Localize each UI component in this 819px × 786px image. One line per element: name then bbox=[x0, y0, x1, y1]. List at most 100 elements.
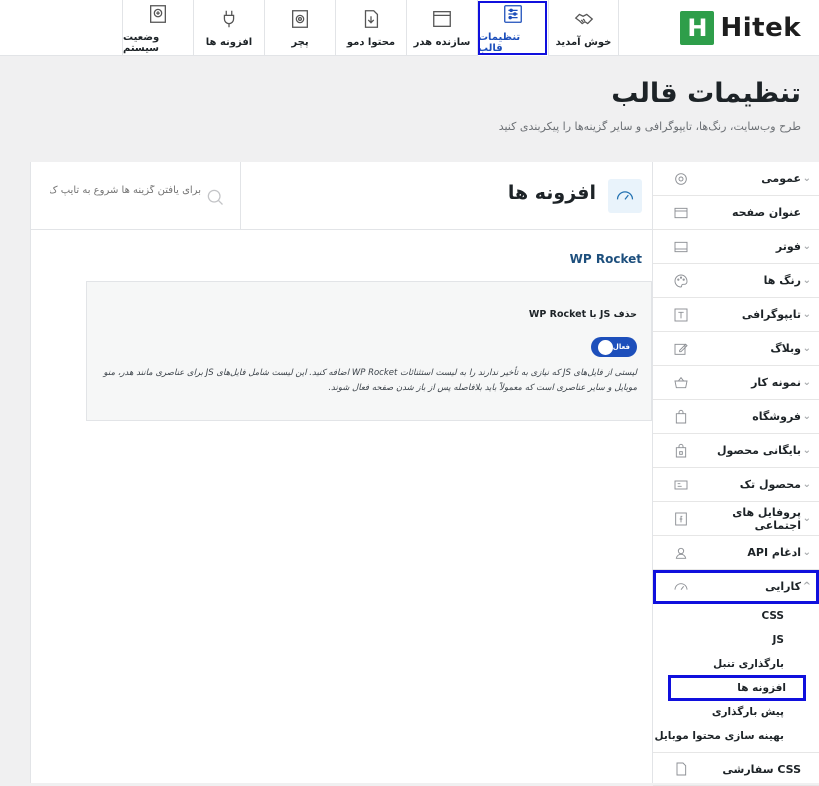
sidebar-item-label: بایگانی محصول bbox=[716, 444, 801, 457]
tab-welcome[interactable]: خوش آمدید bbox=[548, 0, 619, 56]
panel-header: افزونه ها bbox=[30, 162, 652, 230]
page-title: تنظیمات قالب bbox=[611, 78, 801, 109]
sidebar-item-page-title[interactable]: عنوان صفحه bbox=[653, 196, 819, 230]
typography-icon bbox=[673, 307, 689, 323]
chevron-up-icon: ^ bbox=[802, 581, 811, 592]
sidebar-item-label: CSS سفارشی bbox=[722, 762, 801, 776]
chevron-down-icon: ⌄ bbox=[802, 411, 811, 422]
tab-label: تنظیمات قالب bbox=[478, 31, 521, 54]
tab-label: افزونه ها bbox=[205, 37, 253, 48]
logo-text: Hitek bbox=[720, 13, 801, 43]
search-input[interactable] bbox=[48, 184, 203, 197]
title-bar-icon bbox=[673, 205, 689, 221]
option-description: لیستی از فایل‌های JS که نیازی به تأخیر ن… bbox=[103, 368, 638, 393]
submenu-item-css[interactable]: CSS bbox=[653, 604, 819, 628]
settings-sidebar: عمومی ⌄ عنوان صفحه فوتر ⌄ رنگ ها ⌄ تایپو… bbox=[652, 162, 819, 786]
api-icon bbox=[673, 545, 689, 561]
submenu-item-lazy-load[interactable]: بارگذاری تنبل bbox=[653, 652, 819, 676]
handshake-icon bbox=[573, 8, 595, 33]
chevron-down-icon: ⌄ bbox=[802, 547, 811, 558]
chevron-down-icon: ⌄ bbox=[802, 513, 811, 524]
top-tabs: خوش آمدید تنظیمات قالب سازنده هدر محتوا … bbox=[122, 0, 619, 56]
sidebar-item-typography[interactable]: تایپوگرافی ⌄ bbox=[653, 298, 819, 332]
tab-label: وضعیت سیستم bbox=[123, 31, 160, 54]
sidebar-item-blog[interactable]: وبلاگ ⌄ bbox=[653, 332, 819, 366]
sidebar-item-label: رنگ ها bbox=[763, 274, 801, 287]
sidebar-item-colors[interactable]: رنگ ها ⌄ bbox=[653, 264, 819, 298]
edit-icon bbox=[673, 341, 689, 357]
sidebar-item-label: تایپوگرافی bbox=[741, 308, 801, 321]
gear-search-icon bbox=[147, 3, 169, 28]
sidebar-item-custom-css[interactable]: CSS سفارشی bbox=[653, 752, 819, 786]
sidebar-item-shop[interactable]: فروشگاه ⌄ bbox=[653, 400, 819, 434]
bag-icon bbox=[673, 409, 689, 425]
toggle-knob bbox=[598, 339, 613, 355]
gear-doc-icon bbox=[289, 8, 311, 33]
palette-icon bbox=[673, 273, 689, 289]
chevron-down-icon: ⌄ bbox=[802, 173, 811, 184]
tab-label: محتوا دمو bbox=[346, 37, 396, 48]
search-box bbox=[30, 162, 241, 230]
chevron-down-icon: ⌄ bbox=[802, 275, 811, 286]
social-icon bbox=[673, 511, 689, 527]
sidebar-item-portfolio[interactable]: نمونه کار ⌄ bbox=[653, 366, 819, 400]
chevron-down-icon: ⌄ bbox=[802, 377, 811, 388]
chevron-down-icon: ⌄ bbox=[802, 241, 811, 252]
main-panel: افزونه ها WP Rocket حذف JS با WP Rocket … bbox=[30, 162, 652, 783]
tab-system-status[interactable]: وضعیت سیستم bbox=[122, 0, 193, 56]
sidebar-item-label: عمومی bbox=[761, 172, 801, 185]
tab-patcher[interactable]: پچر bbox=[264, 0, 335, 56]
sidebar-item-api[interactable]: ادغام API ⌄ bbox=[653, 536, 819, 570]
tab-label: سازنده هدر bbox=[413, 37, 471, 48]
sidebar-item-label: وبلاگ bbox=[770, 342, 801, 355]
basket-icon bbox=[673, 375, 689, 391]
submenu-item-js[interactable]: JS bbox=[653, 628, 819, 652]
sidebar-item-product-archive[interactable]: بایگانی محصول ⌄ bbox=[653, 434, 819, 468]
sidebar-item-general[interactable]: عمومی ⌄ bbox=[653, 162, 819, 196]
submenu-item-plugins[interactable]: افزونه ها bbox=[668, 675, 806, 701]
tab-demo-content[interactable]: محتوا دمو bbox=[335, 0, 406, 56]
sidebar-item-label: پروفایل های اجتماعی bbox=[732, 505, 801, 532]
brand-logo[interactable]: H Hitek bbox=[680, 11, 801, 45]
sidebar-item-single-product[interactable]: محصول تک ⌄ bbox=[653, 468, 819, 502]
tab-theme-settings[interactable]: تنظیمات قالب bbox=[477, 0, 548, 56]
tab-header-builder[interactable]: سازنده هدر bbox=[406, 0, 477, 56]
tab-label: پچر bbox=[291, 37, 309, 48]
performance-submenu: CSS JS بارگذاری تنبل افزونه ها پیش بارگذ… bbox=[653, 604, 819, 752]
tab-plugins[interactable]: افزونه ها bbox=[193, 0, 264, 56]
sidebar-item-label: کارایی bbox=[765, 580, 801, 593]
sidebar-item-label: نمونه کار bbox=[751, 376, 801, 389]
gauge-icon bbox=[673, 579, 689, 595]
sidebar-item-social-profiles[interactable]: پروفایل های اجتماعی ⌄ bbox=[653, 502, 819, 536]
section-title: WP Rocket bbox=[569, 252, 642, 266]
chevron-down-icon: ⌄ bbox=[802, 479, 811, 490]
chevron-down-icon: ⌄ bbox=[802, 343, 811, 354]
enable-toggle[interactable]: فعال bbox=[591, 337, 637, 357]
sidebar-item-label: فروشگاه bbox=[752, 410, 801, 423]
window-icon bbox=[431, 8, 453, 33]
chevron-down-icon: ⌄ bbox=[802, 309, 811, 320]
option-label: حذف JS با WP Rocket bbox=[528, 309, 637, 320]
download-doc-icon bbox=[360, 8, 382, 33]
option-card: حذف JS با WP Rocket فعال لیستی از فایل‌ه… bbox=[86, 281, 652, 421]
css-file-icon bbox=[673, 761, 689, 777]
tab-label: خوش آمدید bbox=[555, 37, 612, 48]
panel-title: افزونه ها bbox=[507, 182, 596, 204]
gear-icon bbox=[673, 171, 689, 187]
submenu-item-preload[interactable]: پیش بارگذاری bbox=[653, 700, 819, 724]
logo-mark: H bbox=[680, 11, 715, 45]
sidebar-item-label: فوتر bbox=[775, 240, 801, 253]
product-icon bbox=[673, 477, 689, 493]
sliders-icon bbox=[502, 3, 524, 28]
bag-lock-icon bbox=[673, 443, 689, 459]
sidebar-item-footer[interactable]: فوتر ⌄ bbox=[653, 230, 819, 264]
page-subtitle: طرح وب‌سایت، رنگ‌ها، تایپوگرافی و سایر گ… bbox=[498, 120, 801, 133]
plug-icon bbox=[218, 8, 240, 33]
gauge-icon bbox=[608, 179, 642, 213]
top-bar: H Hitek خوش آمدید تنظیمات قالب سازنده هد… bbox=[0, 0, 819, 56]
footer-icon bbox=[673, 239, 689, 255]
sidebar-item-label: عنوان صفحه bbox=[731, 206, 801, 219]
sidebar-item-performance[interactable]: کارایی ^ bbox=[653, 570, 819, 604]
submenu-item-mobile-optimization[interactable]: بهینه سازی محتوا موبایل bbox=[653, 724, 819, 748]
search-icon bbox=[205, 187, 225, 207]
